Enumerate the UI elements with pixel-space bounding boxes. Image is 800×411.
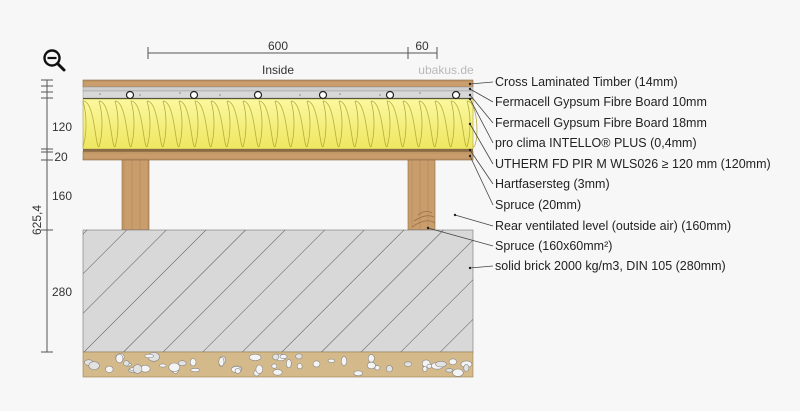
gravel-stone (132, 364, 143, 374)
gravel-stone (426, 363, 432, 369)
gravel-stone (452, 368, 464, 377)
brick-hatch (83, 230, 473, 352)
gravel-stone (366, 361, 376, 370)
gravel-stone (296, 363, 303, 370)
spruce-batten-left (121, 159, 150, 231)
gravel-stone (445, 368, 454, 373)
gravel-stone (144, 353, 154, 359)
gravel-stone (105, 365, 114, 373)
gravel-stone (272, 369, 283, 376)
construction-diagram: 600 60 Inside ubakus.de 120 20 160 280 6… (0, 0, 800, 411)
label-hartfasersteg: Hartfasersteg (3mm) (495, 177, 610, 191)
gravel-stone (385, 365, 393, 373)
dim-120: 120 (52, 120, 72, 134)
gravel-stone (248, 353, 262, 361)
zoom-out-icon[interactable] (43, 49, 66, 72)
dim-160: 160 (52, 189, 72, 203)
dim-60: 60 (415, 39, 429, 53)
gravel-stone (422, 366, 428, 372)
gravel-stone (272, 353, 280, 361)
gravel-stone (218, 357, 225, 367)
gravel-stone (353, 370, 363, 377)
label-insulation: UTHERM FD PIR M WLS026 ≥ 120 mm (120mm) (495, 157, 771, 171)
gravel-stone (234, 368, 241, 374)
gravel-stone (190, 368, 201, 373)
layer-hartfasersteg (83, 149, 473, 152)
gravel-stone (88, 361, 100, 371)
gravel-stone (403, 361, 413, 367)
label-brick: solid brick 2000 kg/m3, DIN 105 (280mm) (495, 259, 726, 273)
gravel-stone (312, 360, 321, 368)
gravel-stone (168, 362, 181, 372)
gravel-stone (340, 356, 347, 366)
layer-gypsum-10 (82, 86, 474, 92)
gravel-stone (123, 360, 130, 367)
gravel-stone (115, 353, 124, 364)
gravel-stone (285, 359, 292, 369)
gravel-stone (279, 354, 288, 359)
label-intello: pro clima INTELLO® PLUS (0,4mm) (495, 136, 697, 150)
inside-label: Inside (262, 63, 294, 77)
gravel-stone (448, 358, 457, 366)
gravel-stone (367, 354, 375, 363)
layer-clt (82, 79, 474, 88)
gravel-stone (189, 358, 197, 367)
dim-600: 600 (268, 39, 288, 53)
left-dimension: 120 20 160 280 625,4 (30, 79, 72, 353)
label-ventilated: Rear ventilated level (outside air) (160… (495, 219, 731, 233)
dim-20: 20 (54, 150, 68, 164)
label-spruce-board: Spruce (20mm) (495, 198, 581, 212)
dim-total: 625,4 (30, 205, 44, 235)
label-gypsum-18: Fermacell Gypsum Fibre Board 18mm (495, 116, 707, 130)
section-drawing: 600 60 Inside ubakus.de 120 20 160 280 6… (30, 39, 771, 378)
layer-labels: Cross Laminated Timber (14mm) Fermacell … (495, 75, 771, 273)
layer-spruce-board (82, 151, 474, 161)
dim-280: 280 (52, 285, 72, 299)
gravel-stone (463, 364, 470, 372)
spruce-batten-right (407, 159, 436, 231)
gravel-stone (159, 363, 167, 368)
gravel-stone (255, 364, 263, 374)
label-gypsum-10: Fermacell Gypsum Fibre Board 10mm (495, 95, 707, 109)
watermark: ubakus.de (418, 63, 474, 77)
top-dimension: 600 60 (147, 39, 438, 59)
label-spruce-batten: Spruce (160x60mm²) (495, 239, 612, 253)
gravel-stone (435, 361, 447, 368)
gravel-stone (271, 363, 278, 369)
gravel-stone (177, 360, 187, 367)
gravel-stone (295, 353, 303, 360)
gravel-stone (327, 358, 336, 363)
label-clt: Cross Laminated Timber (14mm) (495, 75, 678, 89)
layer-gypsum-18 (82, 90, 474, 99)
